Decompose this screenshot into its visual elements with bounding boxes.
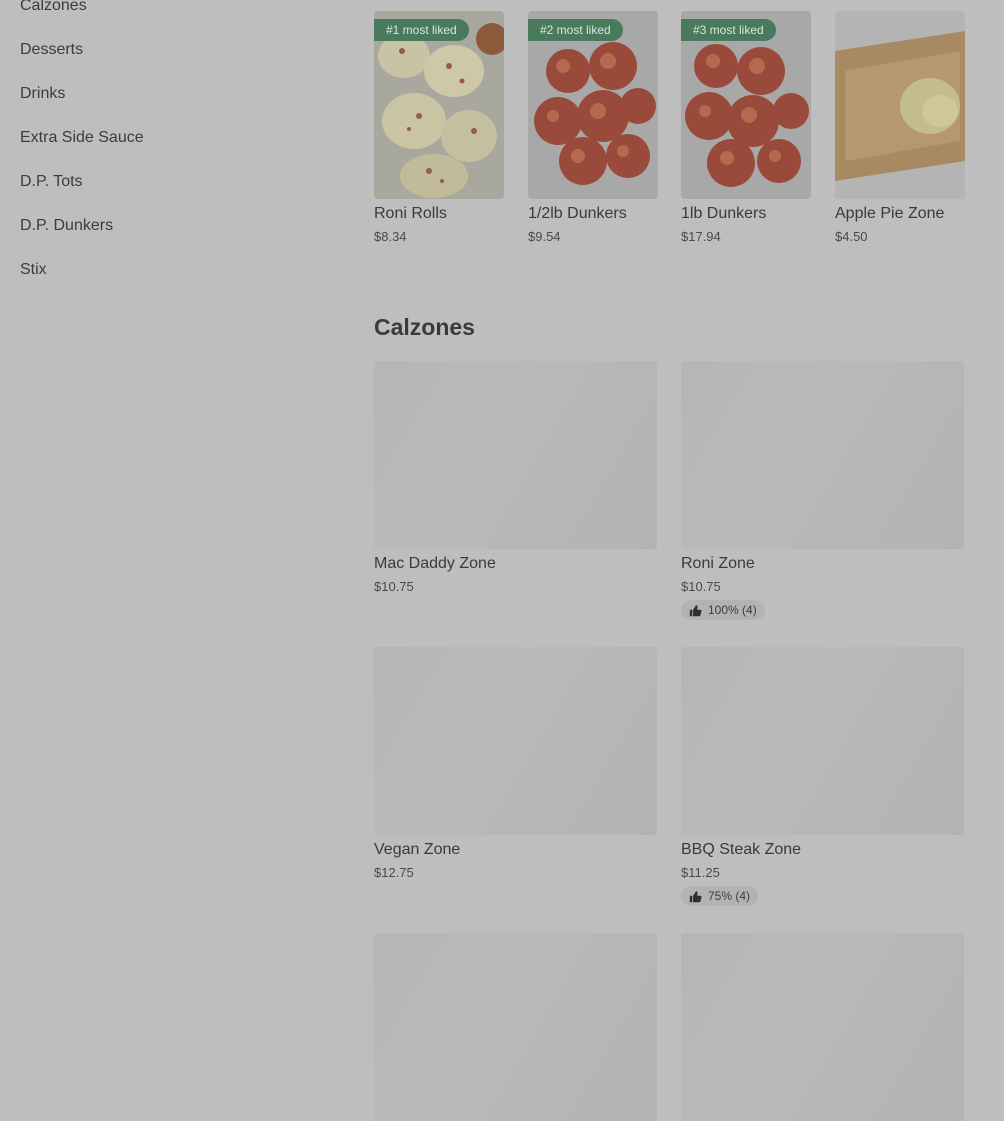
item-photo-placeholder — [681, 933, 964, 1121]
item-name: 1/2lb Dunkers — [528, 205, 627, 222]
rating-badge: 100% (4) — [681, 600, 765, 620]
item-price: $17.94 — [681, 229, 721, 244]
item-price: $11.25 — [681, 865, 720, 880]
menu-item-card[interactable]: Vegan Zone $12.75 — [374, 647, 657, 880]
item-photo-placeholder — [374, 647, 657, 835]
item-photo — [835, 11, 965, 199]
sidebar-item-drinks[interactable]: Drinks — [20, 85, 65, 103]
menu-item-card[interactable]: Roni Zone $10.75 100% (4) — [681, 361, 964, 622]
item-price: $10.75 — [374, 579, 414, 594]
item-price: $4.50 — [835, 229, 868, 244]
menu-item-card[interactable]: Mac Daddy Zone $10.75 — [374, 361, 657, 594]
section-title: Calzones — [374, 314, 475, 340]
thumbs-up-icon — [689, 890, 702, 902]
rank-badge: #2 most liked — [528, 19, 623, 41]
item-price: $12.75 — [374, 865, 414, 880]
rank-badge: #1 most liked — [374, 19, 469, 41]
item-name: Apple Pie Zone — [835, 205, 945, 222]
rating-text: 100% (4) — [708, 603, 757, 617]
item-name: Mac Daddy Zone — [374, 555, 496, 572]
menu-item-card[interactable]: BBQ Steak Zone $11.25 75% (4) — [681, 647, 964, 908]
item-name: Roni Rolls — [374, 205, 447, 222]
thumbs-up-icon — [689, 604, 702, 616]
popular-item-card[interactable]: #3 most liked 1lb Dunkers $17.94 — [681, 11, 811, 244]
sidebar-item-desserts[interactable]: Desserts — [20, 41, 83, 59]
rating-badge: 75% (4) — [681, 886, 759, 906]
sidebar-item-dp-tots[interactable]: D.P. Tots — [20, 173, 83, 191]
popular-item-card[interactable]: Apple Pie Zone $4.50 — [835, 11, 965, 244]
item-photo-placeholder — [681, 647, 964, 835]
item-photo: #3 most liked — [681, 11, 811, 199]
popular-item-card[interactable]: #1 most liked Roni Rolls $8.34 — [374, 11, 504, 244]
item-name: BBQ Steak Zone — [681, 841, 802, 858]
item-photo-placeholder — [681, 361, 964, 549]
sidebar-item-stix[interactable]: Stix — [20, 261, 47, 279]
item-price: $8.34 — [374, 229, 407, 244]
sidebar-item-extra-side-sauce[interactable]: Extra Side Sauce — [20, 129, 144, 147]
rating-text: 75% (4) — [708, 889, 751, 903]
popular-item-card[interactable]: #2 most liked 1/2lb Dunkers $9.54 — [528, 11, 658, 244]
item-photo: #1 most liked — [374, 11, 504, 199]
item-price: $10.75 — [681, 579, 721, 594]
item-photo-placeholder — [374, 361, 657, 549]
item-photo: #2 most liked — [528, 11, 658, 199]
menu-item-card[interactable] — [681, 933, 964, 1121]
item-name: Vegan Zone — [374, 841, 461, 858]
item-price: $9.54 — [528, 229, 561, 244]
item-photo-placeholder — [374, 933, 657, 1121]
item-name: 1lb Dunkers — [681, 205, 767, 222]
item-name: Roni Zone — [681, 555, 755, 572]
menu-item-card[interactable] — [374, 933, 657, 1121]
rank-badge: #3 most liked — [681, 19, 776, 41]
sidebar-item-calzones[interactable]: Calzones — [20, 0, 87, 15]
sidebar-item-dp-dunkers[interactable]: D.P. Dunkers — [20, 217, 113, 235]
